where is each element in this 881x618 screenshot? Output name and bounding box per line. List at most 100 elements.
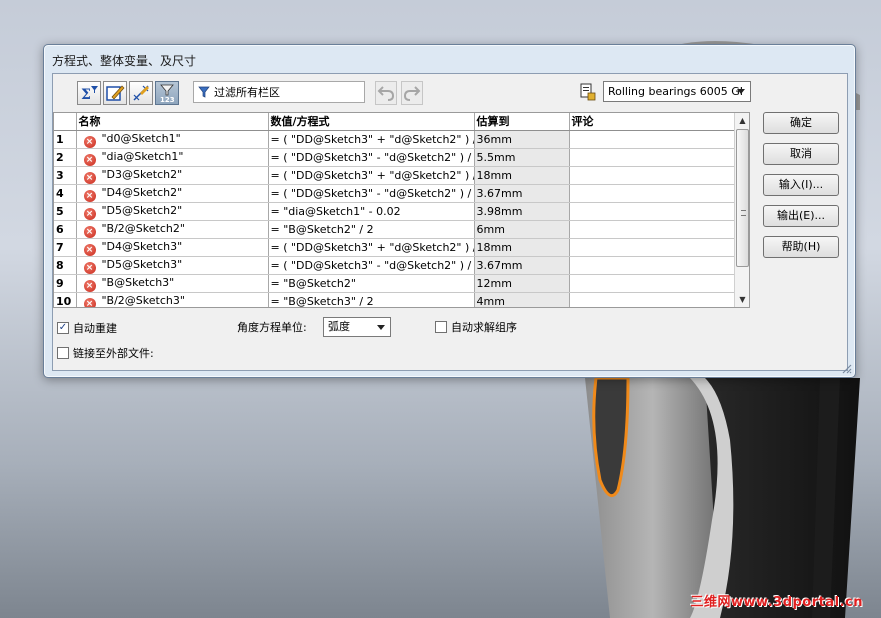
- funnel-icon: [198, 86, 210, 98]
- comment-cell[interactable]: [569, 148, 735, 167]
- equation-cell[interactable]: = "B@Sketch2" / 2: [268, 220, 475, 239]
- name-cell[interactable]: × "B/2@Sketch2": [76, 220, 269, 239]
- row-number[interactable]: 10: [54, 292, 77, 307]
- dialog-client-area: Σ 123 过滤所有栏区 Rolling bearings 6005 GI 名称…: [52, 73, 848, 371]
- dimension-edit-button[interactable]: [129, 81, 153, 105]
- equation-cell[interactable]: = ( "DD@Sketch3" + "d@Sketch2" ) / 2 /: [268, 238, 475, 257]
- row-number[interactable]: 3: [54, 166, 77, 185]
- name-cell[interactable]: × "d0@Sketch1": [76, 130, 269, 149]
- edit-sketch-button[interactable]: [103, 81, 127, 105]
- sigma-filter-button[interactable]: Σ: [77, 81, 101, 105]
- vertical-scrollbar[interactable]: ▲ ▼: [734, 113, 749, 307]
- error-icon: ×: [83, 261, 96, 273]
- table-row[interactable]: 2 × "dia@Sketch1" = ( "DD@Sketch3" - "d@Ske…: [54, 148, 735, 167]
- export-button[interactable]: 输出(E)...: [763, 205, 839, 227]
- evaluates-cell: 5.5mm: [474, 148, 570, 167]
- error-icon: ×: [83, 225, 96, 237]
- auto-rebuild-label: 自动重建: [73, 322, 117, 335]
- error-icon: ×: [83, 189, 96, 201]
- comment-cell[interactable]: [569, 166, 735, 185]
- row-number[interactable]: 9: [54, 274, 77, 293]
- comment-cell[interactable]: [569, 202, 735, 221]
- sort-order-button[interactable]: 123: [155, 81, 179, 105]
- name-text: "D5@Sketch2": [101, 203, 183, 217]
- filter-field[interactable]: [193, 81, 365, 103]
- checkbox-box[interactable]: [435, 321, 447, 333]
- help-button[interactable]: 帮助(H): [763, 236, 839, 258]
- equation-cell[interactable]: = ( "DD@Sketch3" - "d@Sketch2" ) / 6: [268, 256, 475, 275]
- comment-cell[interactable]: [569, 274, 735, 293]
- row-number[interactable]: 1: [54, 130, 77, 149]
- comment-cell[interactable]: [569, 238, 735, 257]
- equation-cell[interactable]: = ( "DD@Sketch3" + "d@Sketch2" ) / 2 /: [268, 166, 475, 185]
- scroll-down-icon[interactable]: ▼: [735, 292, 749, 307]
- row-number[interactable]: 7: [54, 238, 77, 257]
- resize-grip-icon[interactable]: [840, 362, 852, 374]
- table-row[interactable]: 9 × "B@Sketch3" = "B@Sketch2" 12mm: [54, 274, 735, 293]
- name-cell[interactable]: × "dia@Sketch1": [76, 148, 269, 167]
- comment-cell[interactable]: [569, 130, 735, 149]
- checkmark-icon[interactable]: ✓: [57, 322, 69, 334]
- error-icon: ×: [83, 171, 96, 183]
- column-header-equation[interactable]: 数值/方程式: [268, 113, 475, 131]
- name-cell[interactable]: × "D5@Sketch2": [76, 202, 269, 221]
- table-row[interactable]: 7 × "D4@Sketch3" = ( "DD@Sketch3" + "d@Sket…: [54, 238, 735, 257]
- equation-cell[interactable]: = ( "DD@Sketch3" + "d@Sketch2" ) / 2: [268, 130, 475, 149]
- name-text: "D4@Sketch2": [101, 185, 183, 199]
- table-row[interactable]: 6 × "B/2@Sketch2" = "B@Sketch2" / 2 6mm: [54, 220, 735, 239]
- name-cell[interactable]: × "D4@Sketch2": [76, 184, 269, 203]
- table-row[interactable]: 1 × "d0@Sketch1" = ( "DD@Sketch3" + "d@Sket…: [54, 130, 735, 149]
- table-row[interactable]: 3 × "D3@Sketch2" = ( "DD@Sketch3" + "d@Sket…: [54, 166, 735, 185]
- scroll-thumb[interactable]: [736, 129, 749, 267]
- corner-cell[interactable]: [54, 113, 77, 131]
- row-number[interactable]: 6: [54, 220, 77, 239]
- table-row[interactable]: 8 × "D5@Sketch3" = ( "DD@Sketch3" - "d@Sket…: [54, 256, 735, 275]
- row-number[interactable]: 2: [54, 148, 77, 167]
- table-row[interactable]: 5 × "D5@Sketch2" = "dia@Sketch1" - 0.02 3.98…: [54, 202, 735, 221]
- comment-cell[interactable]: [569, 292, 735, 307]
- column-header-evaluates[interactable]: 估算到: [474, 113, 570, 131]
- comment-cell[interactable]: [569, 220, 735, 239]
- column-header-comment[interactable]: 评论: [569, 113, 735, 131]
- checkbox-box[interactable]: [57, 347, 69, 359]
- table-row[interactable]: 4 × "D4@Sketch2" = ( "DD@Sketch3" - "d@Sket…: [54, 184, 735, 203]
- undo-button[interactable]: [375, 81, 397, 105]
- comment-cell[interactable]: [569, 184, 735, 203]
- ok-button[interactable]: 确定: [763, 112, 839, 134]
- auto-rebuild-checkbox[interactable]: ✓ 自动重建: [57, 320, 117, 336]
- equations-table[interactable]: 名称 数值/方程式 估算到 评论 1 × "d0@Sketch1" = ( "DD@S…: [53, 112, 750, 308]
- equation-cell[interactable]: = "B@Sketch3" / 2: [268, 292, 475, 307]
- name-cell[interactable]: × "B@Sketch3": [76, 274, 269, 293]
- comment-cell[interactable]: [569, 256, 735, 275]
- chevron-down-icon[interactable]: [377, 325, 385, 330]
- row-number[interactable]: 5: [54, 202, 77, 221]
- column-header-name[interactable]: 名称: [76, 113, 269, 131]
- auto-solve-order-checkbox[interactable]: 自动求解组序: [435, 319, 517, 335]
- name-cell[interactable]: × "D3@Sketch2": [76, 166, 269, 185]
- redo-button[interactable]: [401, 81, 423, 105]
- filter-input[interactable]: [214, 85, 354, 99]
- name-cell[interactable]: × "D4@Sketch3": [76, 238, 269, 257]
- equation-cell[interactable]: = "B@Sketch2": [268, 274, 475, 293]
- equation-cell[interactable]: = ( "DD@Sketch3" - "d@Sketch2" ) / 6: [268, 184, 475, 203]
- equation-cell[interactable]: = "dia@Sketch1" - 0.02: [268, 202, 475, 221]
- link-external-checkbox[interactable]: 链接至外部文件:: [57, 345, 154, 361]
- evaluates-cell: 18mm: [474, 238, 570, 257]
- scroll-up-icon[interactable]: ▲: [735, 113, 749, 128]
- name-text: "B/2@Sketch3": [101, 293, 185, 307]
- name-cell[interactable]: × "B/2@Sketch3": [76, 292, 269, 307]
- equation-cell[interactable]: = ( "DD@Sketch3" - "d@Sketch2" ) / 4: [268, 148, 475, 167]
- angle-unit-dropdown[interactable]: 弧度: [323, 317, 391, 337]
- chevron-down-icon[interactable]: [737, 89, 745, 94]
- evaluates-cell: 3.67mm: [474, 184, 570, 203]
- cancel-button[interactable]: 取消: [763, 143, 839, 165]
- configuration-dropdown[interactable]: Rolling bearings 6005 GI: [603, 81, 751, 102]
- table-row[interactable]: 10 × "B/2@Sketch3" = "B@Sketch3" / 2 4mm: [54, 292, 735, 307]
- redo-icon: [403, 86, 421, 101]
- document-config-icon[interactable]: [578, 83, 596, 101]
- row-number[interactable]: 4: [54, 184, 77, 203]
- import-button[interactable]: 输入(I)...: [763, 174, 839, 196]
- row-number[interactable]: 8: [54, 256, 77, 275]
- name-cell[interactable]: × "D5@Sketch3": [76, 256, 269, 275]
- evaluates-cell: 36mm: [474, 130, 570, 149]
